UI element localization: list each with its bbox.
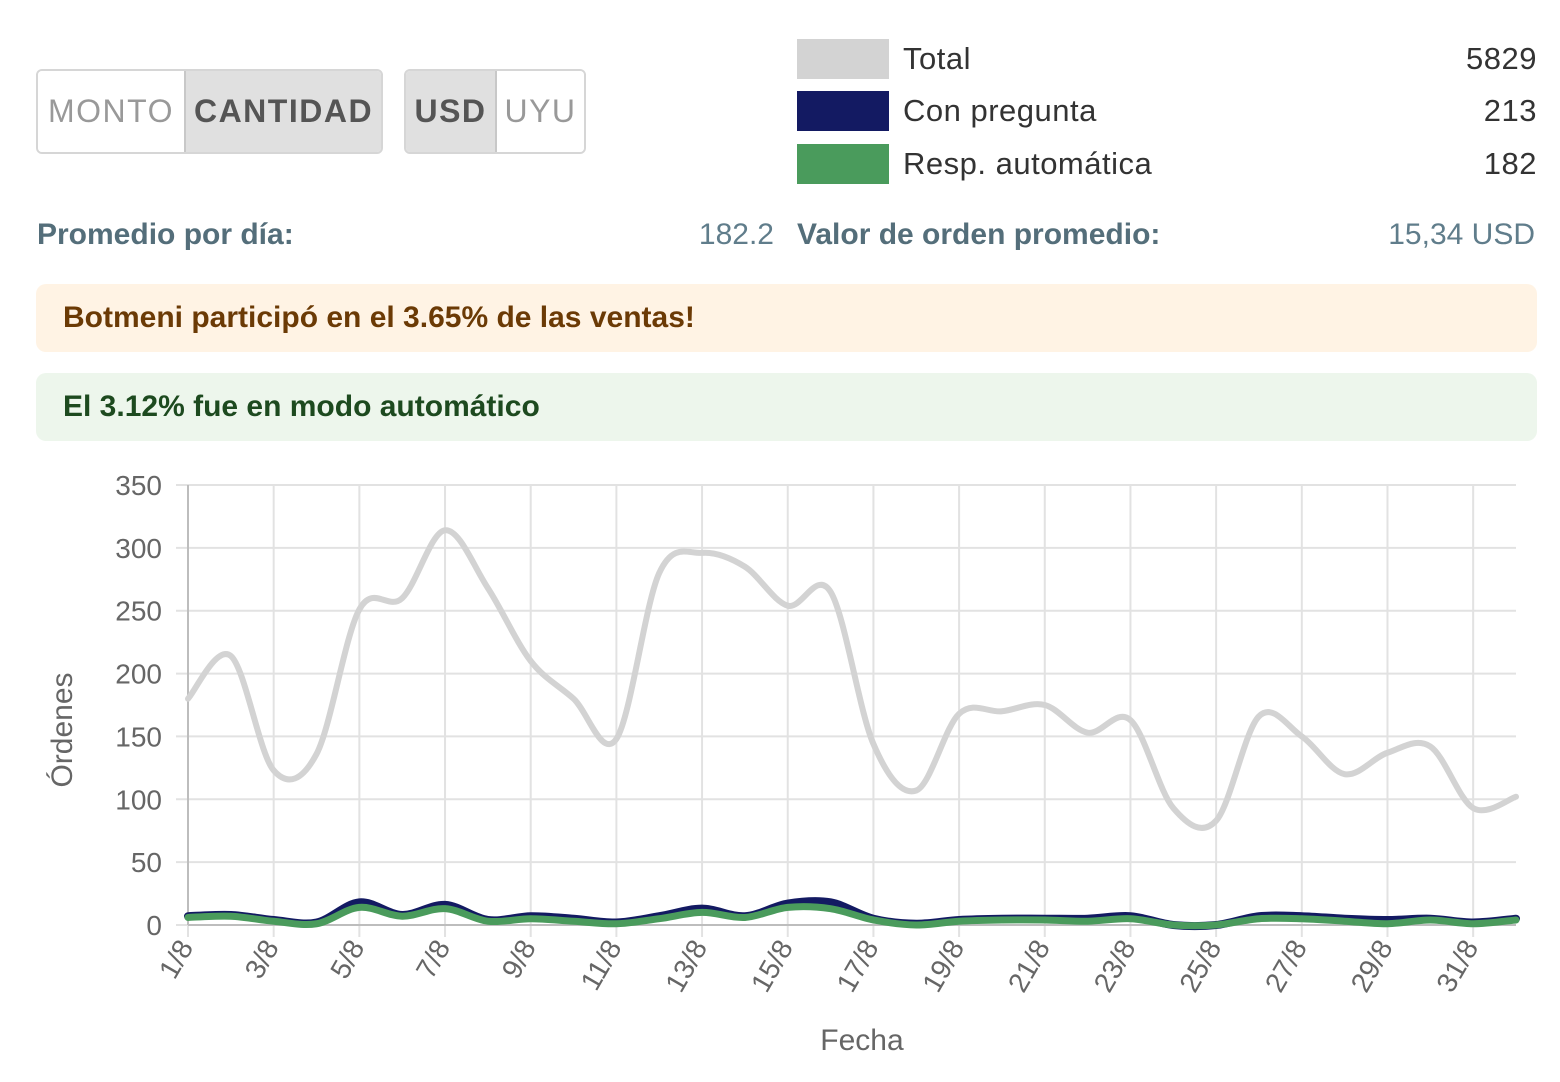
- y-tick-label: 250: [115, 596, 162, 627]
- y-tick-label: 200: [115, 659, 162, 690]
- legend-label-con-pregunta: Con pregunta: [903, 93, 1097, 128]
- toggle-usd-button[interactable]: USD: [406, 71, 497, 152]
- x-tick-label: 21/8: [1002, 935, 1056, 998]
- y-tick-label: 50: [131, 847, 162, 878]
- automatic-alert: El 3.12% fue en modo automático: [36, 373, 1537, 441]
- y-axis-title: Órdenes: [46, 672, 79, 787]
- y-tick-label: 350: [115, 470, 162, 501]
- y-tick-label: 0: [146, 910, 162, 941]
- x-tick-label: 13/8: [659, 935, 713, 998]
- x-tick-label: 29/8: [1345, 935, 1399, 998]
- x-tick-label: 1/8: [153, 935, 199, 984]
- legend-swatch-con-pregunta: [797, 91, 889, 131]
- x-tick-label: 19/8: [916, 935, 970, 998]
- avg-per-day-label: Promedio por día:: [37, 218, 294, 251]
- y-tick-label: 150: [115, 721, 162, 752]
- y-tick-label: 300: [115, 533, 162, 564]
- x-tick-label: 31/8: [1430, 935, 1484, 998]
- toggle-cantidad-button[interactable]: CANTIDAD: [186, 71, 381, 152]
- x-tick-label: 3/8: [239, 935, 285, 984]
- legend-item-total[interactable]: Total 5829: [797, 39, 1537, 79]
- x-tick-label: 5/8: [324, 935, 370, 984]
- x-tick-label: 25/8: [1173, 935, 1227, 998]
- avg-order-label: Valor de orden promedio:: [797, 218, 1161, 251]
- legend-swatch-total: [797, 39, 889, 79]
- orders-line-chart: 0 50 100 150 200 250 300 350 1/8 3/8 5/8 7/8 9/8 11/8…: [46, 470, 1520, 1057]
- legend-value-resp-automatica: 182: [1483, 146, 1537, 181]
- x-tick-label: 11/8: [575, 935, 628, 996]
- legend-value-con-pregunta: 213: [1483, 93, 1537, 128]
- metric-toggle: MONTO CANTIDAD: [36, 69, 383, 154]
- x-tick-label: 23/8: [1088, 935, 1142, 998]
- x-tick-label: 15/8: [745, 935, 799, 998]
- legend-label-resp-automatica: Resp. automática: [903, 146, 1153, 181]
- participation-alert: Botmeni participó en el 3.65% de las ven…: [36, 284, 1537, 352]
- x-tick-label: 27/8: [1259, 935, 1313, 998]
- legend-swatch-resp-automatica: [797, 144, 889, 184]
- x-tick-label: 17/8: [831, 935, 885, 998]
- toggle-uyu-button[interactable]: UYU: [497, 71, 584, 152]
- series-line-total: [185, 527, 1519, 831]
- avg-per-day-value: 182.2: [698, 218, 774, 251]
- legend-label-total: Total: [903, 41, 971, 76]
- legend-item-resp-automatica[interactable]: Resp. automática 182: [797, 144, 1537, 184]
- y-tick-label: 100: [115, 784, 162, 815]
- toggle-monto-button[interactable]: MONTO: [38, 71, 186, 152]
- legend-item-con-pregunta[interactable]: Con pregunta 213: [797, 91, 1537, 131]
- x-tick-label: 9/8: [496, 935, 542, 984]
- x-axis-title: Fecha: [820, 1024, 904, 1057]
- legend-value-total: 5829: [1466, 41, 1537, 76]
- x-tick-label: 7/8: [410, 935, 456, 984]
- currency-toggle: USD UYU: [404, 69, 586, 154]
- avg-order-value: 15,34 USD: [1388, 218, 1535, 251]
